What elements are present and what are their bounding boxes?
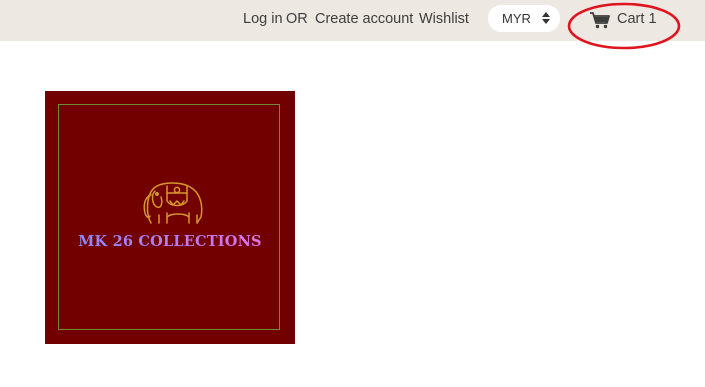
sort-arrows-icon <box>542 12 550 24</box>
create-account-link[interactable]: Create account <box>315 11 413 27</box>
cart-text: Cart <box>617 11 645 27</box>
top-bar: Log in OR Create account Wishlist MYR Ca… <box>0 0 705 41</box>
store-logo[interactable]: MK 26 COLLECTIONS <box>45 91 295 344</box>
cart-label: Cart 1 <box>617 11 657 27</box>
cart-count: 1 <box>648 11 657 27</box>
elephant-icon <box>143 182 203 224</box>
brand-name: MK 26 COLLECTIONS <box>45 233 295 250</box>
currency-select[interactable]: MYR <box>488 5 560 32</box>
or-separator: OR <box>286 11 308 27</box>
wishlist-link[interactable]: Wishlist <box>419 11 469 27</box>
currency-selected-value: MYR <box>502 11 531 26</box>
login-link[interactable]: Log in <box>243 11 283 27</box>
cart-icon <box>590 12 610 29</box>
